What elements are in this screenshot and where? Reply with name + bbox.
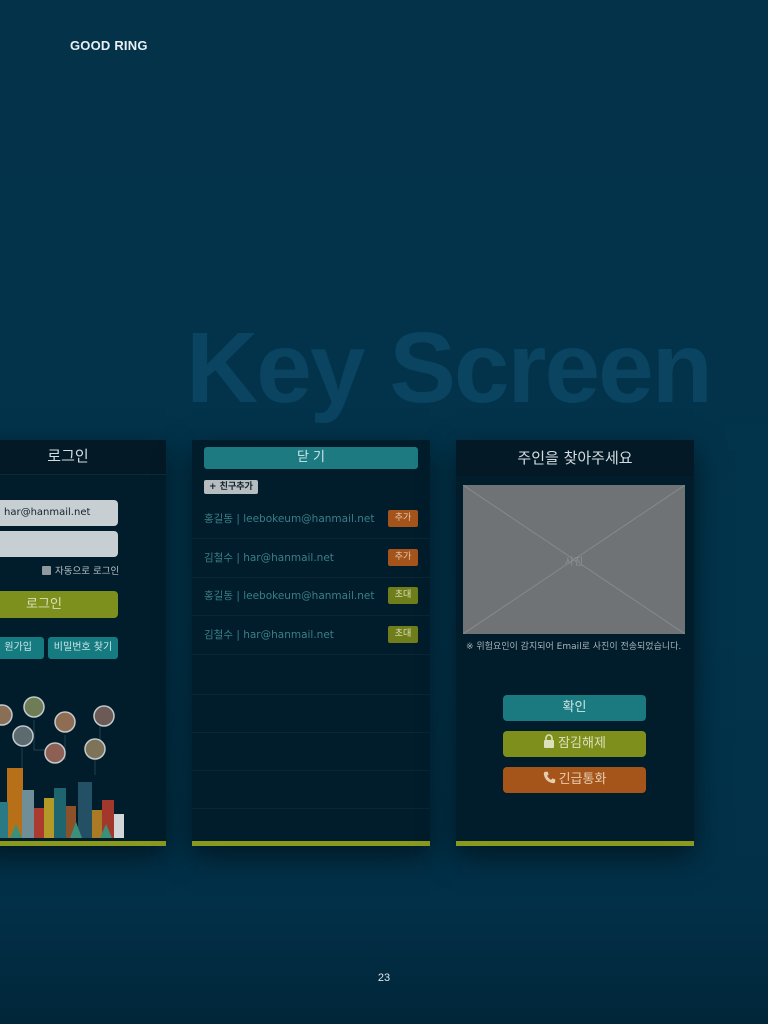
login-screen-mockup: 로그인 har@hanmail.net 자동으로 로그인 로그인 원가입 비밀번… — [0, 440, 166, 846]
unlock-label: 잠김해제 — [558, 736, 606, 751]
friends-screen-mockup: 닫 기 + 친구추가 홍길동 | leebokeum@hanmail.net 추… — [192, 440, 430, 846]
photo-placeholder: 사진 — [463, 485, 685, 634]
password-field[interactable] — [0, 531, 118, 557]
add-friend-action-button[interactable]: 추가 — [388, 549, 418, 566]
city-people-illustration — [0, 696, 124, 838]
auto-login-option[interactable]: 자동으로 로그인 — [42, 563, 119, 577]
list-divider — [192, 808, 430, 809]
page-number: 23 — [377, 972, 391, 984]
find-owner-title: 주인을 찾아주세요 — [456, 440, 694, 476]
list-divider — [192, 732, 430, 733]
list-divider — [192, 694, 430, 695]
lock-icon — [544, 734, 555, 748]
friend-info: 김철수 | har@hanmail.net — [204, 552, 334, 564]
login-title: 로그인 — [0, 440, 166, 475]
auto-login-checkbox[interactable] — [42, 566, 51, 575]
close-button[interactable]: 닫 기 — [204, 447, 418, 469]
photo-sent-notice: ※ 위험요인이 감지되어 Email로 사진이 전송되었습니다. — [466, 642, 682, 652]
photo-label: 사진 — [564, 557, 584, 568]
screen-bottom-accent — [192, 841, 430, 846]
signup-button[interactable]: 원가입 — [0, 637, 44, 659]
find-owner-screen-mockup: 주인을 찾아주세요 사진 ※ 위험요인이 감지되어 Email로 사진이 전송되… — [456, 440, 694, 846]
invite-friend-button[interactable]: 초대 — [388, 587, 418, 604]
emergency-call-label: 긴급통화 — [558, 772, 607, 787]
screen-bottom-accent — [456, 841, 694, 846]
invite-friend-button[interactable]: 초대 — [388, 626, 418, 643]
add-friend-button[interactable]: + 친구추가 — [204, 480, 258, 494]
friend-row: 김철수 | har@hanmail.net 추가 — [192, 539, 430, 578]
list-divider — [192, 770, 430, 771]
friend-info: 홍길동 | leebokeum@hanmail.net — [204, 513, 375, 525]
friend-info: 김철수 | har@hanmail.net — [204, 629, 334, 641]
friend-info: 홍길동 | leebokeum@hanmail.net — [204, 590, 375, 602]
emergency-call-button[interactable]: 긴급통화 — [503, 767, 646, 793]
confirm-button[interactable]: 확인 — [503, 695, 646, 721]
find-password-button[interactable]: 비밀번호 찾기 — [48, 637, 118, 659]
brand-logo-text: GOOD RING — [70, 38, 148, 53]
friend-row: 홍길동 | leebokeum@hanmail.net 추가 — [192, 500, 430, 539]
section-title: Key Screen — [186, 312, 713, 424]
login-button[interactable]: 로그인 — [0, 591, 118, 618]
screen-bottom-accent — [0, 841, 166, 846]
unlock-button[interactable]: 잠김해제 — [503, 731, 646, 757]
friend-row: 김철수 | har@hanmail.net 초대 — [192, 616, 430, 655]
friend-row: 홍길동 | leebokeum@hanmail.net 초대 — [192, 577, 430, 616]
auto-login-label: 자동으로 로그인 — [55, 566, 120, 577]
phone-icon — [543, 771, 555, 784]
email-field[interactable]: har@hanmail.net — [0, 500, 118, 526]
add-friend-action-button[interactable]: 추가 — [388, 510, 418, 527]
